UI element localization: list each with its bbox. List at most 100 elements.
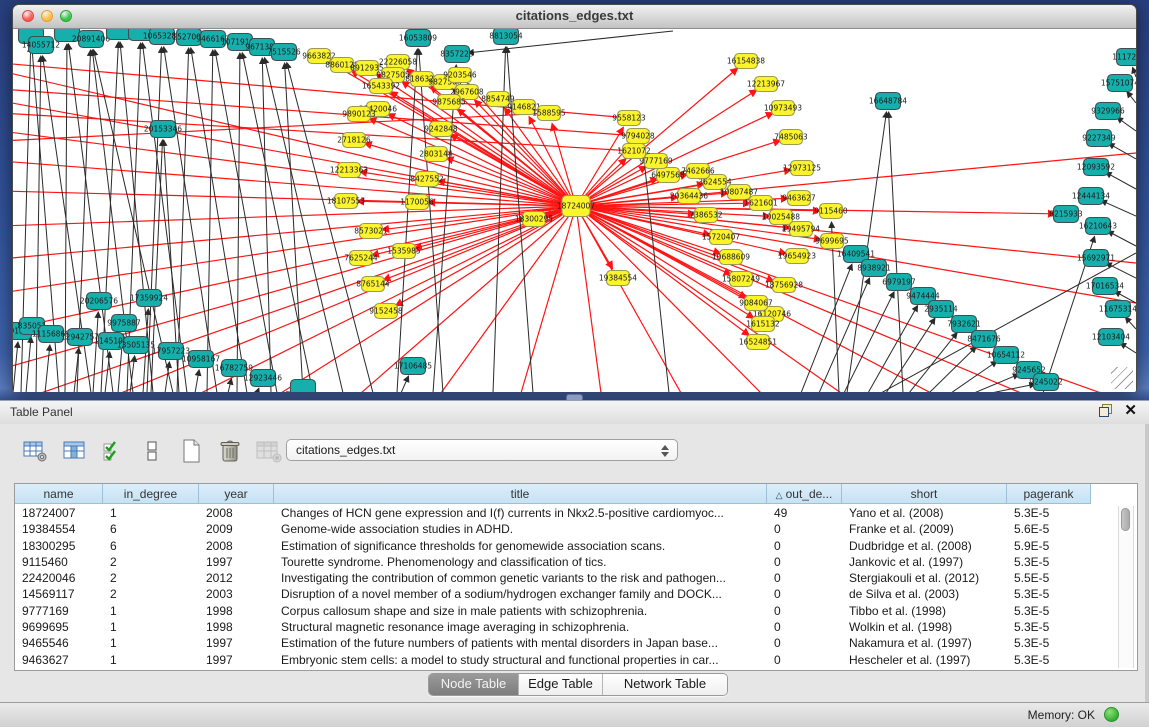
table-cell[interactable]: 1998 xyxy=(199,619,274,635)
table-row[interactable]: 946554611997Estimation of the future num… xyxy=(15,635,1119,651)
tab-edge-table[interactable]: Edge Table xyxy=(519,674,603,695)
table-cell[interactable]: 1997 xyxy=(199,554,274,570)
table-cell[interactable]: 1998 xyxy=(199,603,274,619)
table-cell[interactable]: Franke et al. (2009) xyxy=(842,521,1007,537)
table-cell[interactable]: 5.6E-5 xyxy=(1007,521,1091,537)
graph-edge[interactable] xyxy=(365,143,576,206)
table-cell[interactable]: 0 xyxy=(767,521,842,537)
table-row[interactable]: 2242004622012Investigating the contribut… xyxy=(15,570,1119,586)
graph-node[interactable]: 8471676 xyxy=(967,331,1001,348)
table-cell[interactable]: Nakamura et al. (1997) xyxy=(842,635,1007,651)
graph-edge[interactable] xyxy=(576,206,601,392)
table-cell[interactable]: 0 xyxy=(767,619,842,635)
graph-node[interactable]: 16210643 xyxy=(1079,218,1117,235)
table-cell[interactable]: 14569117 xyxy=(15,586,103,602)
tab-node-table[interactable]: Node Table xyxy=(429,674,519,695)
scrollbar-thumb[interactable] xyxy=(1121,508,1130,531)
graph-node[interactable]: 17016534 xyxy=(1086,278,1124,295)
column-header-pagerank[interactable]: pagerank xyxy=(1007,484,1091,504)
table-cell[interactable]: 5.3E-5 xyxy=(1007,505,1091,521)
table-cell[interactable]: Embryonic stem cells: a model to study s… xyxy=(274,652,767,668)
table-cell[interactable]: 9115460 xyxy=(15,554,103,570)
column-header-in-degree[interactable]: in_degree xyxy=(103,484,199,504)
table-select-dropdown[interactable]: citations_edges.txt xyxy=(286,439,678,461)
graph-node[interactable]: 2718126 xyxy=(337,133,371,148)
table-cell[interactable]: 2012 xyxy=(199,570,274,586)
table-cell[interactable]: Hescheler et al. (1997) xyxy=(842,652,1007,668)
graph-node[interactable]: 16524851 xyxy=(739,335,777,350)
graph-node[interactable]: 8357223 xyxy=(440,46,474,63)
graph-edge[interactable] xyxy=(215,50,277,392)
graph-edge[interactable] xyxy=(521,206,576,392)
tab-network-table[interactable]: Network Table xyxy=(603,674,727,695)
graph-node[interactable]: 12103404 xyxy=(1092,329,1130,346)
table-cell[interactable]: 0 xyxy=(767,586,842,602)
graph-node[interactable]: 15807249 xyxy=(722,272,760,287)
memory-status-indicator[interactable] xyxy=(1104,707,1119,722)
graph-node[interactable]: 8573021 xyxy=(354,224,388,239)
graph-node[interactable]: 9794028 xyxy=(621,129,655,144)
table-cell[interactable]: Yano et al. (2008) xyxy=(842,505,1007,521)
table-cell[interactable]: 0 xyxy=(767,652,842,668)
table-cell[interactable]: 6 xyxy=(103,538,199,554)
graph-edge[interactable] xyxy=(13,342,18,392)
graph-node-hub[interactable]: 18724007 xyxy=(557,196,595,217)
graph-node[interactable]: 19654923 xyxy=(778,249,816,264)
table-row[interactable]: 1938455462009Genome-wide association stu… xyxy=(15,521,1119,537)
table-row[interactable]: 1456911722003Disruption of a novel membe… xyxy=(15,586,1119,602)
graph-node[interactable]: 17359924 xyxy=(130,290,168,307)
table-cell[interactable]: Genome-wide association studies in ADHD. xyxy=(274,521,767,537)
graph-edge[interactable] xyxy=(446,158,576,206)
network-view-window[interactable]: citations_edges.txt 18724007966382288601… xyxy=(12,4,1137,392)
graph-edge[interactable] xyxy=(909,333,957,392)
graph-edge[interactable] xyxy=(1106,172,1136,189)
graph-node[interactable]: 12213967 xyxy=(747,77,785,92)
column-header-title[interactable]: title xyxy=(274,484,767,504)
table-row[interactable]: 1830029562008Estimation of significance … xyxy=(15,538,1119,554)
table-row[interactable]: 911546021997Tourette syndrome. Phenomeno… xyxy=(15,554,1119,570)
graph-node[interactable]: 16648784 xyxy=(869,93,907,110)
table-cell[interactable]: 0 xyxy=(767,603,842,619)
graph-edge[interactable] xyxy=(41,206,576,392)
table-cell[interactable]: 5.3E-5 xyxy=(1007,603,1091,619)
graph-edge[interactable] xyxy=(93,312,98,392)
vertical-scrollbar[interactable] xyxy=(1118,506,1134,668)
graph-edge[interactable] xyxy=(1106,263,1136,278)
table-cell[interactable]: 2009 xyxy=(199,521,274,537)
graph-node[interactable]: 15751074 xyxy=(1101,75,1136,92)
graph-edge[interactable] xyxy=(1133,67,1136,77)
graph-node[interactable]: 18107553 xyxy=(327,194,365,209)
graph-node[interactable]: 7932621 xyxy=(947,316,981,333)
graph-node[interactable] xyxy=(107,29,132,40)
graph-edge[interactable] xyxy=(105,352,110,392)
table-cell[interactable]: 18724007 xyxy=(15,505,103,521)
table-cell[interactable]: 9699695 xyxy=(15,619,103,635)
table-row[interactable]: 977716911998Corpus callosum shape and si… xyxy=(15,603,1119,619)
graph-node[interactable]: 1535985 xyxy=(387,244,421,259)
graph-edge[interactable] xyxy=(1109,143,1136,159)
graph-edge[interactable] xyxy=(26,337,31,392)
table-cell[interactable]: 9463627 xyxy=(15,652,103,668)
table-cell[interactable]: 0 xyxy=(767,570,842,586)
graph-node[interactable]: 6979197 xyxy=(882,274,916,291)
table-cell[interactable]: 1 xyxy=(103,603,199,619)
graph-node[interactable]: 10973493 xyxy=(764,101,802,116)
table-cell[interactable]: Tibbo et al. (1998) xyxy=(842,603,1007,619)
table-cell[interactable]: 19384554 xyxy=(15,521,103,537)
table-row[interactable]: 946362711997Embryonic stem cells: a mode… xyxy=(15,652,1119,668)
column-header-out-de-[interactable]: △out_de... xyxy=(767,484,842,504)
graph-edge[interactable] xyxy=(881,253,1136,392)
graph-node[interactable]: 9975887 xyxy=(107,315,141,332)
table-cell[interactable]: Dudbridge et al. (2008) xyxy=(842,538,1007,554)
graph-edge[interactable] xyxy=(844,292,894,392)
network-graph[interactable]: 1872400796638228860128891293522226058982… xyxy=(13,29,1136,392)
graph-edge[interactable] xyxy=(45,345,50,392)
graph-node[interactable]: 10688609 xyxy=(712,250,750,265)
table-mode-button[interactable] xyxy=(20,437,50,465)
close-panel-icon[interactable]: ✕ xyxy=(1124,404,1137,417)
select-columns-button[interactable] xyxy=(98,437,128,465)
network-canvas[interactable]: 1872400796638228860128891293522226058982… xyxy=(13,29,1136,392)
table-cell[interactable]: Corpus callosum shape and size in male p… xyxy=(274,603,767,619)
table-cell[interactable]: 1997 xyxy=(199,635,274,651)
table-cell[interactable]: 0 xyxy=(767,635,842,651)
